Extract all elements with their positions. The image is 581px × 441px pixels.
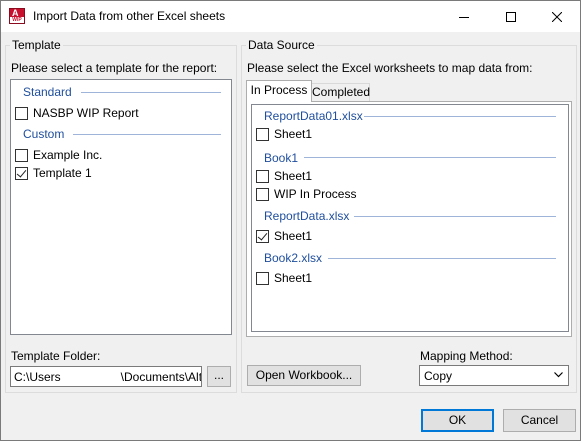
folder-path-start: C:\Users (14, 370, 61, 384)
sheet-label: Sheet1 (274, 271, 313, 285)
data-source-prompt: Please select the Excel worksheets to ma… (247, 61, 533, 75)
sheet-item[interactable]: Sheet1 (256, 169, 312, 183)
data-source-group-label: Data Source (246, 38, 317, 52)
template-item-label: Template 1 (33, 166, 92, 180)
template-section-custom: Custom (23, 127, 65, 141)
template-item-template-1[interactable]: Template 1 (15, 166, 92, 180)
workbook-reportdata01: ReportData01.xlsx (264, 109, 363, 123)
sheet-item[interactable]: WIP In Process (256, 187, 356, 201)
checkbox[interactable] (256, 127, 269, 141)
template-item-nasbp[interactable]: NASBP WIP Report (15, 106, 139, 120)
minimize-icon (459, 16, 469, 18)
section-divider (328, 258, 556, 259)
template-folder-field[interactable]: C:\Users \Documents\Altov (10, 366, 202, 387)
section-divider (73, 134, 221, 135)
template-item-label: Example Inc. (33, 148, 103, 162)
checkbox-checked[interactable] (256, 229, 269, 243)
tab-in-process[interactable]: In Process (246, 80, 312, 102)
import-dialog: A WIP Import Data from other Excel sheet… (0, 0, 581, 441)
checkbox[interactable] (15, 148, 28, 162)
template-group-label: Template (10, 38, 63, 52)
checkbox[interactable] (15, 106, 28, 120)
chevron-down-icon (554, 372, 563, 378)
worksheet-list[interactable]: ReportData01.xlsx Sheet1 Book1 Sheet1 WI… (251, 104, 569, 332)
window-title: Import Data from other Excel sheets (33, 9, 226, 23)
section-divider (304, 157, 556, 158)
sheet-item[interactable]: Sheet1 (256, 271, 312, 285)
tab-completed[interactable]: Completed (311, 83, 370, 102)
folder-path-end: \Documents\Altov (120, 370, 202, 384)
cancel-button[interactable]: Cancel (503, 409, 576, 432)
template-item-example-inc[interactable]: Example Inc. (15, 148, 102, 162)
sheet-item[interactable]: Sheet1 (256, 127, 312, 141)
mapping-method-label: Mapping Method: (420, 349, 513, 363)
app-icon-text: WIP (10, 17, 24, 23)
template-list[interactable]: Standard NASBP WIP Report Custom Example… (10, 79, 232, 335)
checkbox[interactable] (256, 187, 269, 201)
title-bar[interactable]: A WIP Import Data from other Excel sheet… (1, 1, 580, 32)
mapping-method-value: Copy (424, 369, 453, 383)
section-divider (364, 116, 556, 117)
template-item-label: NASBP WIP Report (33, 106, 139, 120)
browse-folder-button[interactable]: ... (207, 366, 231, 387)
sheet-label: WIP In Process (274, 187, 357, 201)
workbook-reportdata: ReportData.xlsx (264, 209, 350, 223)
sheet-label: Sheet1 (274, 169, 313, 183)
maximize-icon (506, 11, 516, 22)
template-section-standard: Standard (23, 85, 72, 99)
section-divider (81, 92, 221, 93)
open-workbook-button[interactable]: Open Workbook... (247, 365, 361, 386)
template-prompt: Please select a template for the report: (11, 61, 218, 75)
mapping-method-select[interactable]: Copy (419, 365, 569, 386)
workbook-book1: Book1 (264, 151, 299, 165)
ok-button[interactable]: OK (421, 409, 494, 432)
close-button[interactable] (534, 1, 580, 32)
app-icon: A WIP (9, 8, 25, 24)
sheet-label: Sheet1 (274, 229, 313, 243)
workbook-book2: Book2.xlsx (264, 251, 323, 265)
maximize-button[interactable] (488, 1, 534, 32)
sheet-label: Sheet1 (274, 127, 313, 141)
checkbox-checked[interactable] (15, 166, 28, 180)
minimize-button[interactable] (441, 1, 487, 32)
template-folder-label: Template Folder: (11, 349, 101, 363)
checkbox[interactable] (256, 271, 269, 285)
sheet-item[interactable]: Sheet1 (256, 229, 312, 243)
close-icon (552, 11, 562, 22)
checkbox[interactable] (256, 169, 269, 183)
section-divider (354, 216, 556, 217)
